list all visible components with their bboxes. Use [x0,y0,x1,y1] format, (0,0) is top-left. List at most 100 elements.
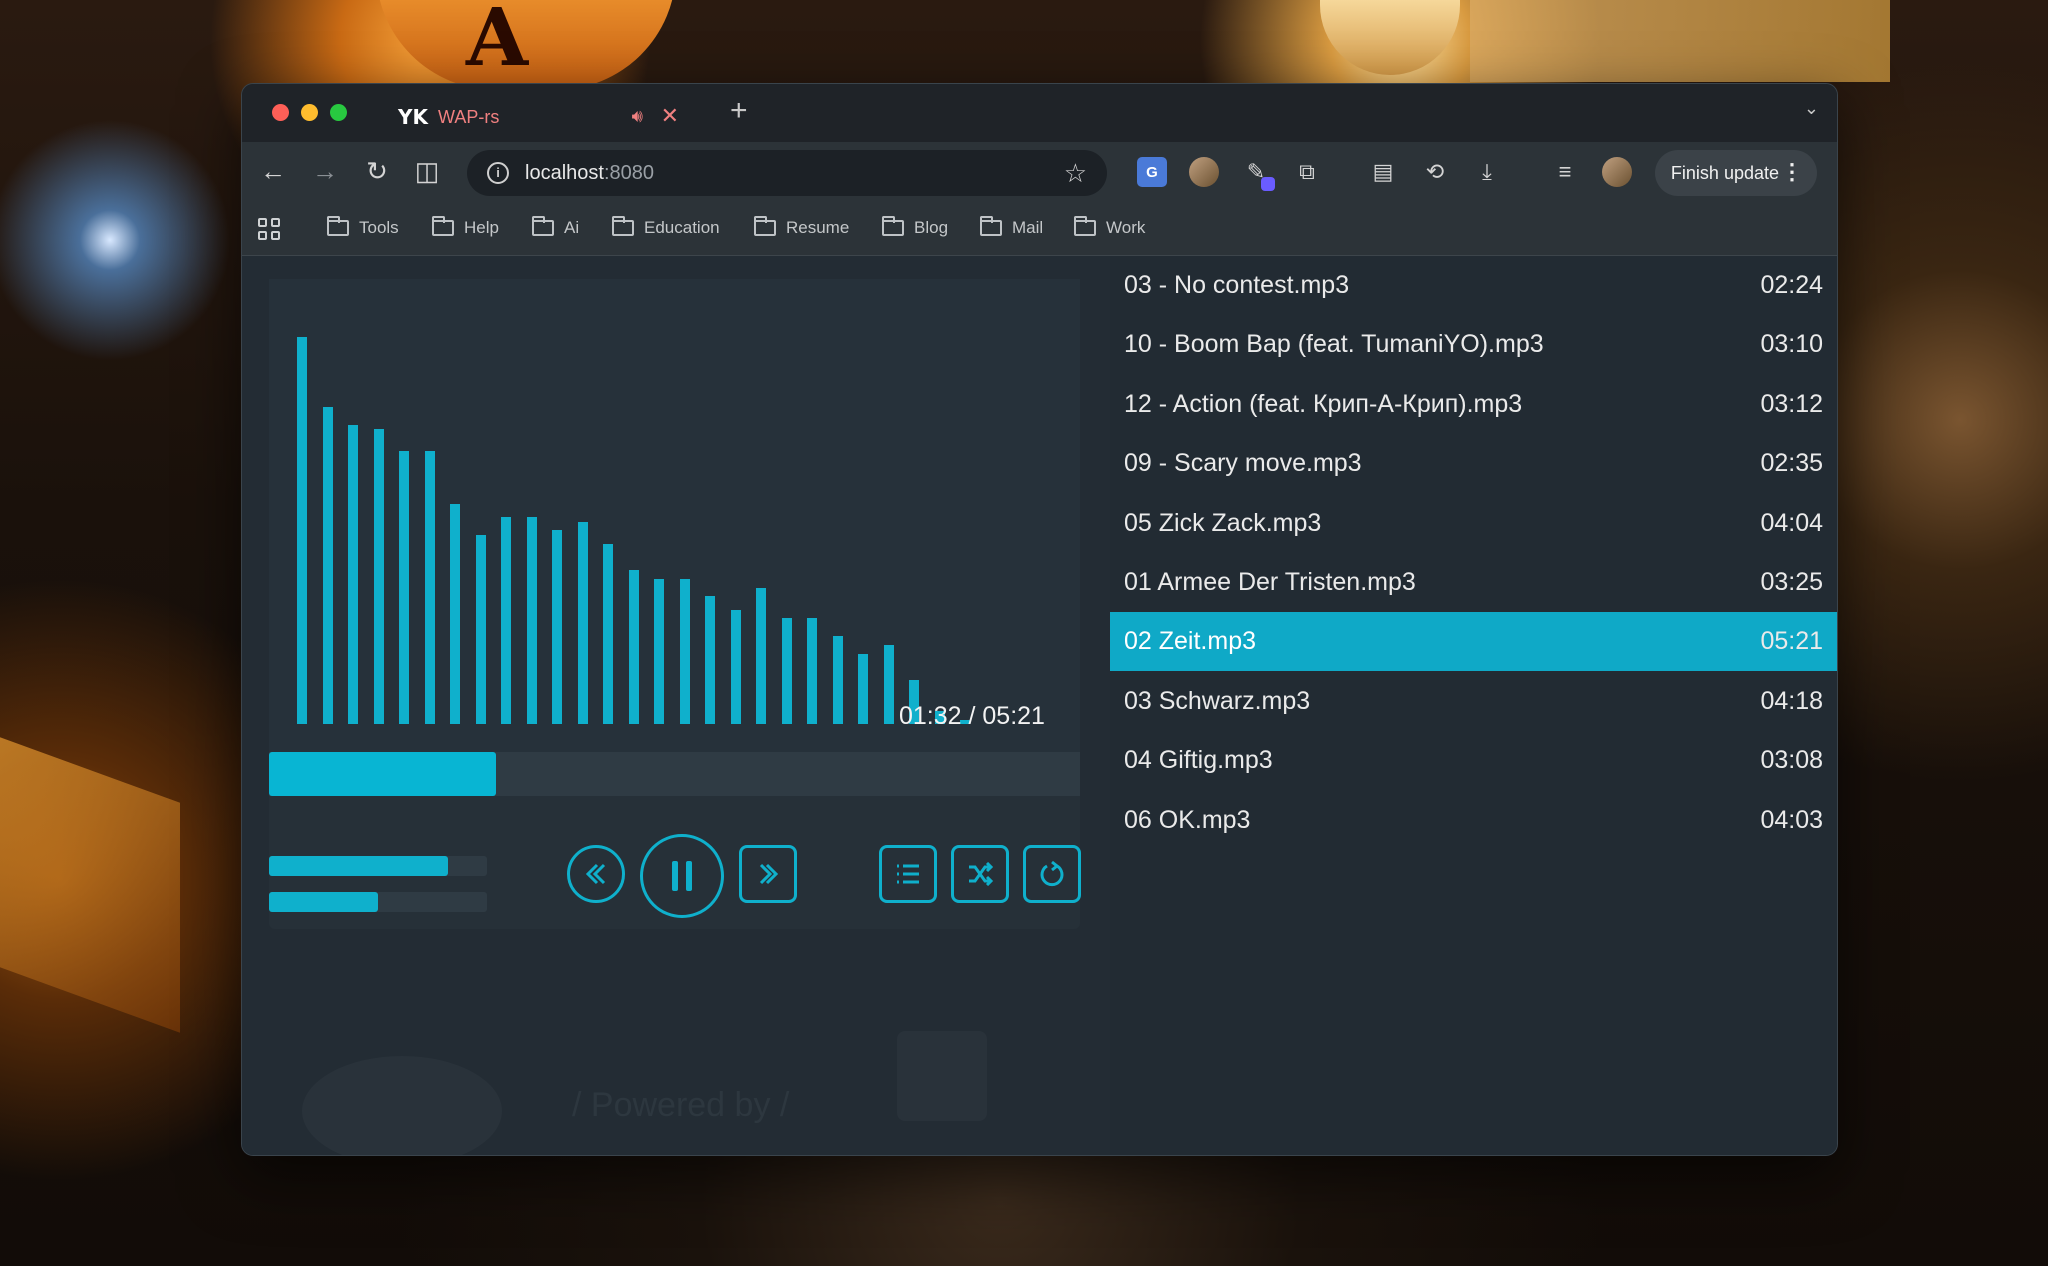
shuffle-button[interactable] [951,845,1009,903]
bookmark-education[interactable]: Education [612,216,720,238]
folder-icon [1074,216,1096,236]
playlist-item[interactable]: 06 OK.mp3 04:03 [1110,791,1837,850]
background-sign [1470,0,1890,82]
visualizer-bar [322,407,333,724]
finish-update-button[interactable]: Finish update ⋮ [1654,150,1817,196]
bookmark-tools[interactable]: Tools [327,216,399,238]
playlist-item[interactable]: 05 Zick Zack.mp3 04:04 [1110,494,1837,553]
back-arrow-icon[interactable]: ← [256,156,290,187]
more-menu-icon[interactable]: ⋮ [1781,159,1803,185]
repeat-button[interactable] [1023,845,1081,903]
visualizer-bar [628,570,639,724]
balance-fill [269,892,378,912]
reading-list-icon[interactable]: ▤ [1368,157,1398,187]
finish-update-label: Finish update [1670,162,1779,183]
puzzle-extensions-icon[interactable]: ⧉ [1292,157,1322,187]
bookmark-label: Help [464,218,499,237]
track-duration: 03:08 [1760,746,1823,775]
forward-arrow-icon[interactable]: → [308,156,342,187]
page-content: 01:32 / 05:21 / Powered by / 03 - No con… [242,256,1837,1155]
previous-track-button[interactable] [567,845,625,903]
url-port: :8080 [603,161,654,184]
bookmark-label: Blog [914,218,949,237]
playlist-item[interactable]: 04 Giftig.mp3 03:08 [1110,731,1837,790]
apps-grid-icon[interactable] [258,218,280,240]
visualizer-bar [577,521,588,724]
track-duration: 03:10 [1760,330,1823,359]
reload-icon[interactable]: ↻ [360,156,394,187]
bookmark-blog[interactable]: Blog [882,216,949,238]
split-view-icon[interactable]: ◫ [410,156,444,187]
progress-fill [269,752,497,796]
translate-extension-icon[interactable]: G [1137,157,1167,187]
download-icon[interactable]: ⤓ [1472,157,1502,187]
folder-icon [612,216,634,236]
tab-favicon: YK [398,105,428,129]
minimize-window-button[interactable] [301,104,318,121]
history-icon[interactable]: ⟲ [1420,157,1450,187]
playlist-item[interactable]: 01 Armee Der Tristen.mp3 03:25 [1110,553,1837,612]
bookmark-label: Education [644,218,720,237]
folder-icon [980,216,1002,236]
playlist-button[interactable] [879,845,937,903]
next-track-button[interactable] [739,845,797,903]
track-duration: 04:18 [1760,686,1823,715]
powered-by-logo-left [302,1056,502,1155]
bookmark-help[interactable]: Help [432,216,499,238]
bookmark-mail[interactable]: Mail [980,216,1043,238]
visualizer-bar [501,517,511,724]
bookmark-star-icon[interactable]: ☆ [1064,158,1087,189]
maximize-window-button[interactable] [330,104,347,121]
pause-button[interactable] [640,834,724,918]
visualizer-bar [399,451,409,724]
new-tab-button[interactable]: + [730,94,748,128]
browser-tab[interactable]: YK WAP-rs 🔊︎ ✕ [382,92,707,142]
player-panel: 01:32 / 05:21 / Powered by / [242,256,1110,1155]
visualizer-bar [450,504,460,724]
media-queue-icon[interactable]: ≡ [1550,157,1580,187]
browser-toolbar: ← → ↻ ◫ i localhost:8080 ☆ G ✎ ⧉ ▤ ⟲ ⤓ ≡… [242,142,1837,204]
list-icon [897,864,919,884]
bookmark-work[interactable]: Work [1074,216,1146,238]
audio-visualizer: 01:32 / 05:21 [269,279,1080,796]
tab-search-chevron-icon[interactable]: ⌄ [1804,98,1819,119]
playlist: 03 - No contest.mp3 02:24 10 - Boom Bap (f… [1110,256,1837,1155]
close-window-button[interactable] [272,104,289,121]
playlist-item[interactable]: 10 - Boom Bap (feat. TumaniYO).mp3 03:10 [1110,315,1837,374]
playlist-item[interactable]: 03 Schwarz.mp3 04:18 [1110,672,1837,731]
visualizer-bar [424,451,435,724]
playlist-item[interactable]: 12 - Action (feat. Крип-А-Крип).mp3 03:12 [1110,375,1837,434]
visualizer-bar [807,618,817,724]
tab-close-icon[interactable]: ✕ [661,103,679,129]
playlist-item[interactable]: 03 - No contest.mp3 02:24 [1110,256,1837,315]
window-controls [272,104,347,121]
title-bar: YK WAP-rs 🔊︎ ✕ + ⌄ [242,84,1837,142]
balance-slider[interactable] [269,892,487,912]
bookmark-resume[interactable]: Resume [754,216,849,238]
playlist-item[interactable]: 09 - Scary move.mp3 02:35 [1110,434,1837,493]
playlist-item-active[interactable]: 02 Zeit.mp3 05:21 [1110,612,1837,672]
site-info-icon[interactable]: i [487,162,509,184]
visualizer-bar [730,609,741,724]
visualizer-bar [348,424,358,724]
bookmark-label: Work [1106,218,1146,237]
player-controls [269,834,1081,929]
folder-icon [532,216,554,236]
progress-bar[interactable] [269,752,1080,796]
url-host: localhost [525,161,604,184]
user-avatar[interactable] [1602,157,1632,187]
background-menu-board [0,737,180,1033]
track-duration: 04:03 [1760,805,1823,834]
profile-extension-icon[interactable] [1189,157,1219,187]
pen-extension-icon[interactable]: ✎ [1241,157,1275,191]
speaker-icon[interactable]: 🔊︎ [632,106,643,127]
fast-forward-icon [759,863,779,885]
bookmark-ai[interactable]: Ai [532,216,579,238]
address-bar[interactable]: i localhost:8080 ☆ [467,150,1107,196]
folder-icon [327,216,349,236]
track-name: 09 - Scary move.mp3 [1124,449,1362,478]
volume-slider[interactable] [269,856,487,876]
track-name: 06 OK.mp3 [1124,805,1251,834]
rewind-icon [585,863,606,885]
track-name: 03 - No contest.mp3 [1124,271,1350,299]
